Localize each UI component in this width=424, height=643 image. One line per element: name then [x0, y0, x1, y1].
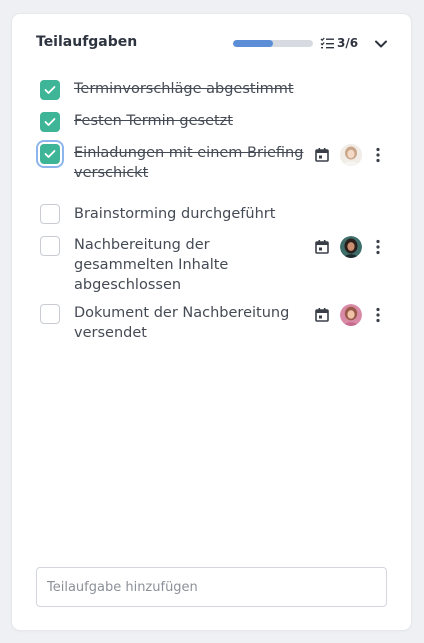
- checkmark-icon: [44, 118, 56, 126]
- subtask-row: Dokument der Nachbereitung versendet: [12, 300, 411, 348]
- checkmark-icon: [44, 86, 56, 94]
- subtask-checkbox[interactable]: [40, 144, 60, 164]
- checklist-icon: [320, 37, 334, 49]
- more-options-icon[interactable]: [374, 307, 382, 323]
- subtask-row: Brainstorming durchgeführt: [12, 200, 411, 228]
- subtask-row: Einladungen mit einem Briefing verschick…: [12, 140, 411, 188]
- progress-bar: [233, 40, 313, 47]
- add-subtask-input[interactable]: [36, 567, 387, 607]
- subtask-row: Festen Termin gesetzt: [12, 108, 411, 136]
- subtasks-panel: Teilaufgaben 3/6 Terminvorschläge abgest…: [12, 14, 411, 630]
- more-options-icon[interactable]: [374, 239, 382, 255]
- calendar-icon[interactable]: [314, 307, 330, 323]
- subtask-checkbox[interactable]: [40, 304, 60, 324]
- assignee-avatar[interactable]: [340, 144, 362, 166]
- subtask-label[interactable]: Dokument der Nachbereitung versendet: [74, 303, 310, 343]
- subtask-checkbox[interactable]: [40, 236, 60, 256]
- subtask-count: 3/6: [337, 36, 359, 50]
- calendar-icon[interactable]: [314, 147, 330, 163]
- subtask-label[interactable]: Terminvorschläge abgestimmt: [74, 79, 310, 99]
- subtask-label[interactable]: Einladungen mit einem Briefing verschick…: [74, 143, 310, 183]
- subtask-row: Terminvorschläge abgestimmt: [12, 76, 411, 104]
- subtask-label[interactable]: Festen Termin gesetzt: [74, 111, 310, 131]
- subtask-label[interactable]: Brainstorming durchgeführt: [74, 204, 310, 224]
- more-options-icon[interactable]: [374, 147, 382, 163]
- assignee-avatar[interactable]: [340, 236, 362, 258]
- subtask-label[interactable]: Nachbereitung der gesammelten Inhalte ab…: [74, 235, 310, 295]
- panel-title: Teilaufgaben: [36, 34, 138, 50]
- assignee-avatar[interactable]: [340, 304, 362, 326]
- subtask-checkbox[interactable]: [40, 80, 60, 100]
- subtask-checkbox[interactable]: [40, 112, 60, 132]
- subtasks-header: Teilaufgaben 3/6: [12, 14, 411, 74]
- subtask-row: Nachbereitung der gesammelten Inhalte ab…: [12, 232, 411, 300]
- calendar-icon[interactable]: [314, 239, 330, 255]
- subtask-checkbox[interactable]: [40, 204, 60, 224]
- chevron-down-icon[interactable]: [372, 36, 390, 52]
- progress-fill: [233, 40, 273, 47]
- checkmark-icon: [44, 150, 56, 158]
- subtask-counter: 3/6: [320, 36, 358, 50]
